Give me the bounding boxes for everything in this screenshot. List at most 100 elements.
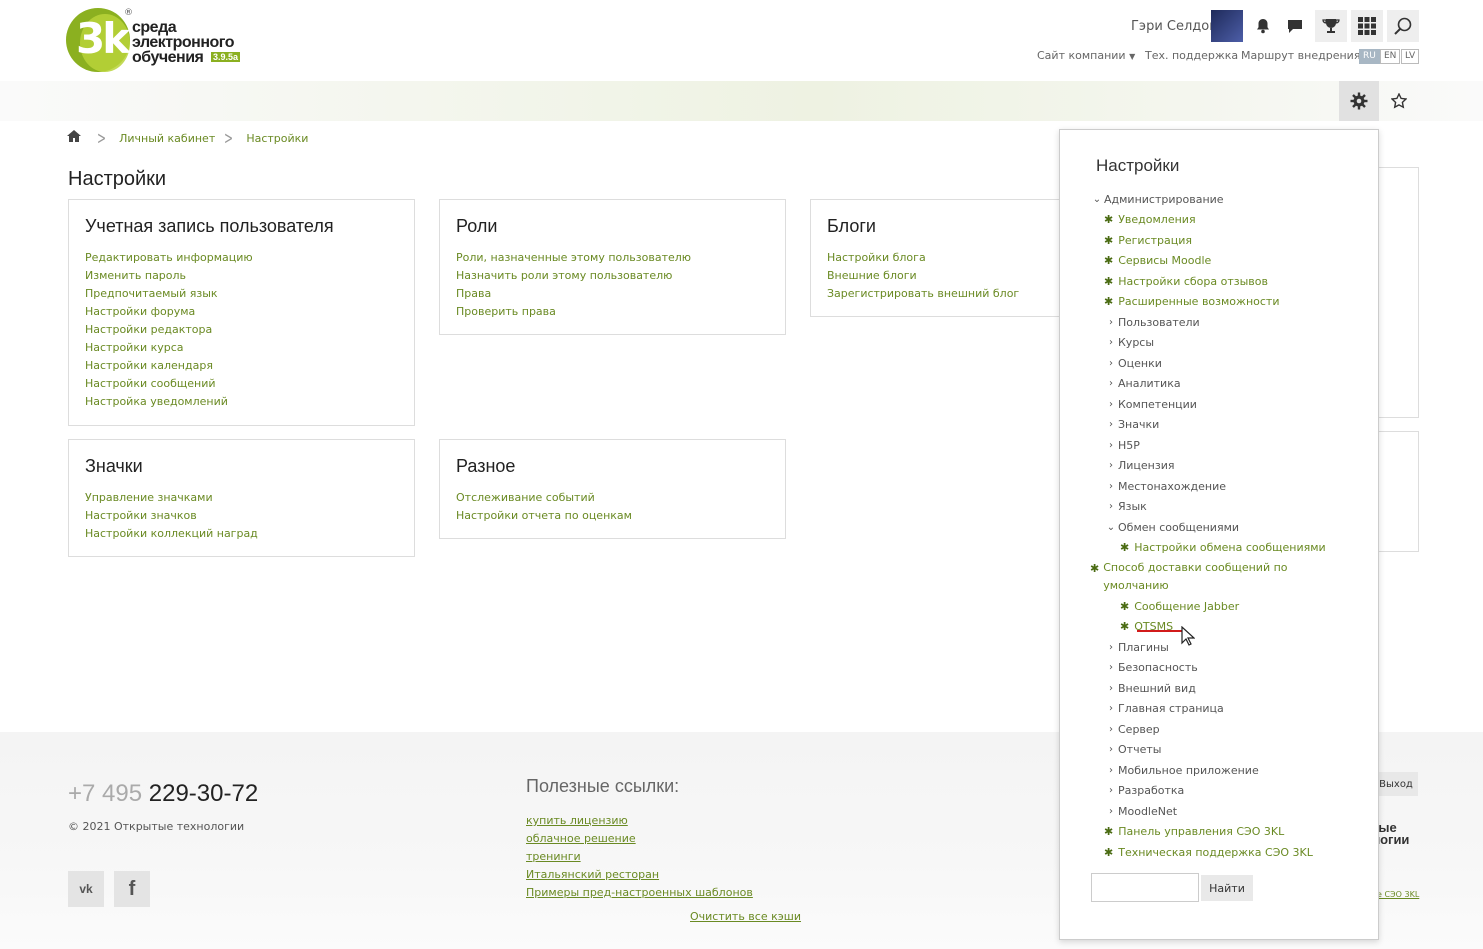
tree-item-location[interactable]: › Местонахождение [1090,476,1350,497]
tree-item-development[interactable]: › Разработка [1090,781,1350,802]
link-forum-preferences[interactable]: Настройки форума [85,303,398,321]
tree-link[interactable]: Панель управления СЭО 3KL [1118,825,1284,838]
link-event-monitoring[interactable]: Отслеживание событий [456,489,769,507]
settings-gear-button[interactable] [1339,81,1379,121]
link-assigned-roles[interactable]: Роли, назначенные этому пользователю [456,249,769,267]
tree-item-front-page[interactable]: › Главная страница [1090,699,1350,720]
route-link[interactable]: Маршрут внедрения [1241,49,1360,62]
logo-registered: ® [124,8,133,18]
support-link[interactable]: Тех. поддержка [1145,49,1238,62]
lang-ru[interactable]: RU [1359,49,1380,64]
tree-item-grades[interactable]: › Оценки [1090,353,1350,374]
tree-link[interactable]: Регистрация [1118,234,1192,247]
link-preferred-language[interactable]: Предпочитаемый язык [85,285,398,303]
tree-item-moodlenet[interactable]: › MoodleNet [1090,801,1350,822]
tree-item-security[interactable]: › Безопасность [1090,658,1350,679]
breadcrumb-dashboard[interactable]: Личный кабинет [119,132,215,145]
facebook-icon[interactable]: f [114,871,150,907]
gear-icon: ✱ [1104,825,1114,839]
site-logo[interactable]: 3k ® среда электронного обучения 3.9.5a [66,8,246,74]
link-manage-badges[interactable]: Управление значками [85,489,398,507]
tree-item-default-delivery[interactable]: ✱ Способ доставки сообщений по умолчанию [1090,558,1350,596]
chevron-right-icon: › [1109,785,1113,797]
gear-icon: ✱ [1104,295,1114,309]
lang-en[interactable]: EN [1380,49,1401,64]
link-cloud-solution[interactable]: облачное решение [526,830,753,848]
settings-search-input[interactable] [1091,873,1199,902]
tree-link[interactable]: Сервисы Moodle [1118,254,1211,267]
useful-links-title: Полезные ссылки: [526,776,680,796]
link-assign-roles[interactable]: Назначить роли этому пользователю [456,267,769,285]
star-icon[interactable] [1385,81,1413,121]
link-badge-preferences[interactable]: Настройки значков [85,507,398,525]
lang-lv[interactable]: LV [1401,49,1420,64]
breadcrumb-settings[interactable]: Настройки [246,132,308,145]
tree-link[interactable]: Расширенные возможности [1118,295,1279,308]
tree-item-jabber[interactable]: ✱ Сообщение Jabber [1090,596,1350,617]
tree-item-registration[interactable]: ✱ Регистрация [1090,230,1350,251]
tree-item-h5p[interactable]: › H5P [1090,435,1350,456]
bell-icon[interactable] [1247,10,1279,42]
link-message-preferences[interactable]: Настройки сообщений [85,375,398,393]
link-trainings[interactable]: тренинги [526,848,753,866]
tree-item-license[interactable]: › Лицензия [1090,456,1350,477]
link-check-permissions[interactable]: Проверить права [456,303,769,321]
tree-item-mobile-app[interactable]: › Мобильное приложение [1090,760,1350,781]
tree-item-server[interactable]: › Сервер [1090,719,1350,740]
tree-item-messaging[interactable]: ⌄ Обмен сообщениями [1090,517,1350,538]
link-calendar-preferences[interactable]: Настройки календаря [85,357,398,375]
tree-link[interactable]: Настройки обмена сообщениями [1134,541,1325,554]
tree-item-otsms[interactable]: ✱ OTSMS [1090,617,1350,638]
clear-caches-link[interactable]: Очистить все кэши [690,910,801,923]
vk-icon[interactable]: vk [68,871,104,907]
tree-item-competencies[interactable]: › Компетенции [1090,394,1350,415]
tree-item-3kl-control-panel[interactable]: ✱ Панель управления СЭО 3KL [1090,822,1350,843]
search-icon[interactable] [1387,10,1419,42]
link-editor-preferences[interactable]: Настройки редактора [85,321,398,339]
tree-item-messaging-settings[interactable]: ✱ Настройки обмена сообщениями [1090,538,1350,559]
settings-search-button[interactable]: Найти [1201,875,1253,901]
tree-link[interactable]: Способ доставки сообщений по умолчанию [1103,559,1350,595]
tree-item-administration[interactable]: ⌄ Администрирование [1090,189,1350,210]
tree-item-appearance[interactable]: › Внешний вид [1090,678,1350,699]
link-change-password[interactable]: Изменить пароль [85,267,398,285]
chevron-right-icon: › [1109,744,1113,756]
tree-item-users[interactable]: › Пользователи [1090,312,1350,333]
tree-link[interactable]: Сообщение Jabber [1134,600,1239,613]
user-name[interactable]: Гэри Селдон [1131,19,1218,34]
tree-item-courses[interactable]: › Курсы [1090,333,1350,354]
tree-item-moodle-services[interactable]: ✱ Сервисы Moodle [1090,251,1350,272]
home-icon[interactable] [66,129,82,147]
link-permissions[interactable]: Права [456,285,769,303]
avatar[interactable] [1211,10,1243,42]
tree-link[interactable]: Уведомления [1118,213,1195,226]
tree-item-plugins[interactable]: › Плагины [1090,637,1350,658]
link-template-examples[interactable]: Примеры пред-настроенных шаблонов [526,884,753,902]
link-course-preferences[interactable]: Настройки курса [85,339,398,357]
company-site-link[interactable]: Сайт компании ▼ [1037,49,1135,62]
chevron-right-icon: › [1109,805,1113,817]
trophy-icon[interactable] [1315,10,1347,42]
link-buy-license[interactable]: купить лицензию [526,812,753,830]
link-grade-report-settings[interactable]: Настройки отчета по оценкам [456,507,769,525]
link-edit-profile[interactable]: Редактировать информацию [85,249,398,267]
tree-item-reports[interactable]: › Отчеты [1090,740,1350,761]
tree-item-language[interactable]: › Язык [1090,497,1350,518]
grid-icon[interactable] [1351,10,1383,42]
tree-item-badges[interactable]: › Значки [1090,415,1350,436]
chat-icon[interactable] [1279,10,1311,42]
tree-link[interactable]: Техническая поддержка СЭО 3KL [1118,846,1313,859]
tree-item-feedback-settings[interactable]: ✱ Настройки сбора отзывов [1090,271,1350,292]
tree-item-3kl-support[interactable]: ✱ Техническая поддержка СЭО 3KL [1090,842,1350,863]
tree-label: H5P [1118,438,1140,452]
link-italian-restaurant[interactable]: Итальянский ресторан [526,866,753,884]
footer-small-link[interactable]: е СЭО 3KL [1377,890,1419,899]
tree-link[interactable]: Настройки сбора отзывов [1118,275,1268,288]
tree-item-analytics[interactable]: › Аналитика [1090,374,1350,395]
caret-down-icon: ▼ [1129,52,1136,61]
link-notification-preferences[interactable]: Настройка уведомлений [85,393,398,411]
logout-button[interactable]: Выход [1374,772,1418,796]
link-backpack-settings[interactable]: Настройки коллекций наград [85,525,398,543]
tree-item-advanced-features[interactable]: ✱ Расширенные возможности [1090,292,1350,313]
tree-item-notifications[interactable]: ✱ Уведомления [1090,210,1350,231]
